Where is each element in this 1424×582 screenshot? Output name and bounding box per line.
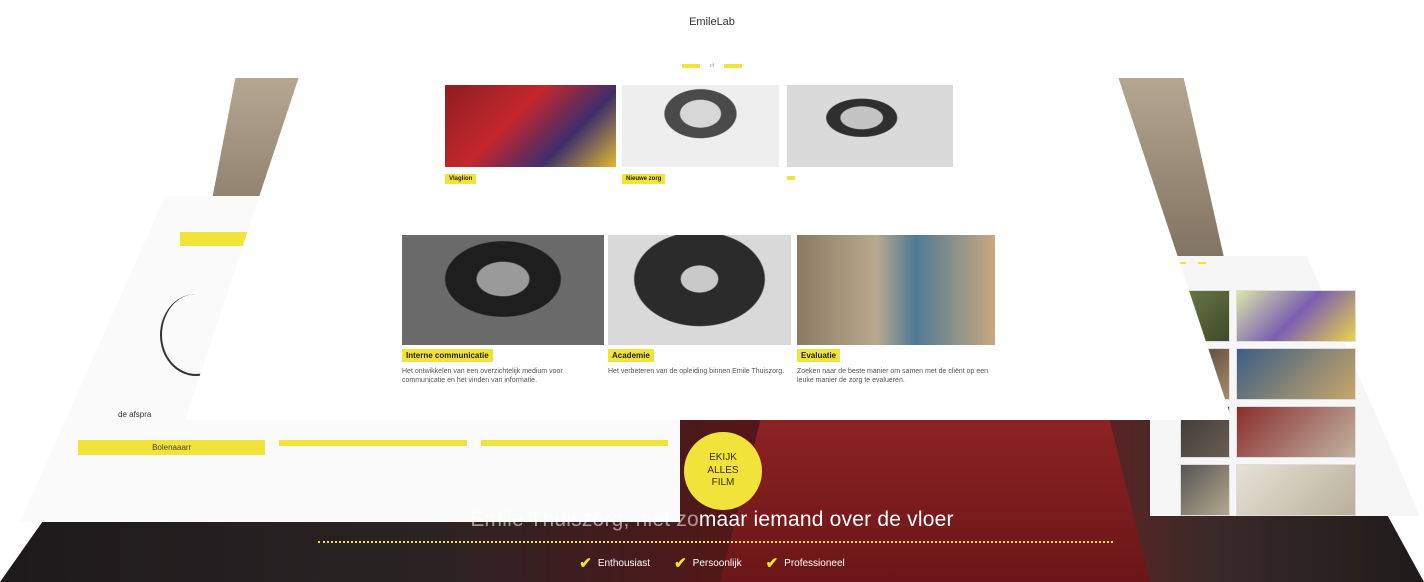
check-icon: ✔ xyxy=(765,555,779,572)
hero-value: ✔ Enthousiast xyxy=(579,556,650,571)
project-card[interactable]: Academie Het verbeteren van de opleiding… xyxy=(608,235,791,413)
page-title: EmileLab xyxy=(689,16,735,28)
left-page-columns: Bolenaaarr xyxy=(78,440,668,459)
left-column-heading: Bolenaaarr xyxy=(78,440,266,455)
left-column-heading xyxy=(480,440,668,446)
gallery-thumbnail[interactable] xyxy=(1236,290,1356,342)
card-text: Zoeken naar de beste manier om samen met… xyxy=(797,368,989,385)
left-column xyxy=(279,440,467,459)
front-button-row: of xyxy=(0,63,1424,69)
card-photo xyxy=(622,85,779,167)
card-photo xyxy=(402,235,604,345)
card-label: Interne communicatie xyxy=(402,349,493,362)
hero-value-label: Persoonlijk xyxy=(692,558,742,569)
left-page-link[interactable]: de afspra xyxy=(118,410,151,419)
check-icon: ✔ xyxy=(674,555,687,572)
hero-tagline-bright: maar iemand over de vloer xyxy=(698,508,954,531)
right-page-tabs xyxy=(1178,262,1206,264)
left-page-highlight xyxy=(180,232,250,246)
hero-value-label: Enthousiast xyxy=(597,558,651,569)
right-page-tab[interactable] xyxy=(1198,262,1206,264)
left-column-heading xyxy=(279,440,467,446)
card-label xyxy=(787,176,795,180)
gallery-thumbnail[interactable] xyxy=(1236,348,1356,400)
badge-line: EKIJK xyxy=(709,452,737,464)
card-text: Het verbeteren van de opleiding binnen E… xyxy=(608,368,785,375)
project-card[interactable] xyxy=(787,85,953,225)
project-card[interactable]: Nieuwe zorg xyxy=(622,85,779,225)
card-label: Vlaglion xyxy=(445,174,477,184)
card-label: Academie xyxy=(608,349,654,362)
card-photo xyxy=(787,85,953,167)
button-separator: of xyxy=(709,63,715,69)
card-photo xyxy=(797,235,995,345)
signup-button[interactable] xyxy=(724,64,743,68)
card-photo xyxy=(608,235,791,345)
badge-line: ALLES xyxy=(707,464,739,476)
hero-tagline: Emile Thuiszorg, niet zomaar iemand over… xyxy=(0,508,1424,532)
card-label: Nieuwe zorg xyxy=(622,174,666,184)
hero-tagline-faded: Emile Thuiszorg, niet zo xyxy=(470,508,699,531)
idea-button[interactable] xyxy=(681,64,700,68)
card-text: Het ontwikkelen van een overzichtelijk m… xyxy=(402,368,563,385)
left-column xyxy=(480,440,668,459)
project-card[interactable]: Vlaglion xyxy=(445,85,616,225)
hero-value-label: Professioneel xyxy=(784,558,845,569)
hero-value: ✔ Professioneel xyxy=(766,556,845,571)
hero-dotted-divider xyxy=(318,541,1113,543)
card-label: Evaluatie xyxy=(797,349,841,362)
hero-value: ✔ Persoonlijk xyxy=(674,556,742,571)
badge-line: FILM xyxy=(711,477,735,489)
card-photo xyxy=(445,85,616,167)
check-icon: ✔ xyxy=(579,555,592,572)
project-card[interactable]: Interne communicatie Het ontwikkelen van… xyxy=(402,235,604,413)
hero-values: ✔ Enthousiast ✔ Persoonlijk ✔ Profession… xyxy=(0,556,1424,571)
project-card[interactable]: Evaluatie Zoeken naar de beste manier om… xyxy=(797,235,995,413)
left-column: Bolenaaarr xyxy=(78,440,266,459)
gallery-thumbnail[interactable] xyxy=(1236,406,1356,458)
play-film-badge[interactable]: EKIJK ALLES FILM xyxy=(684,432,762,510)
